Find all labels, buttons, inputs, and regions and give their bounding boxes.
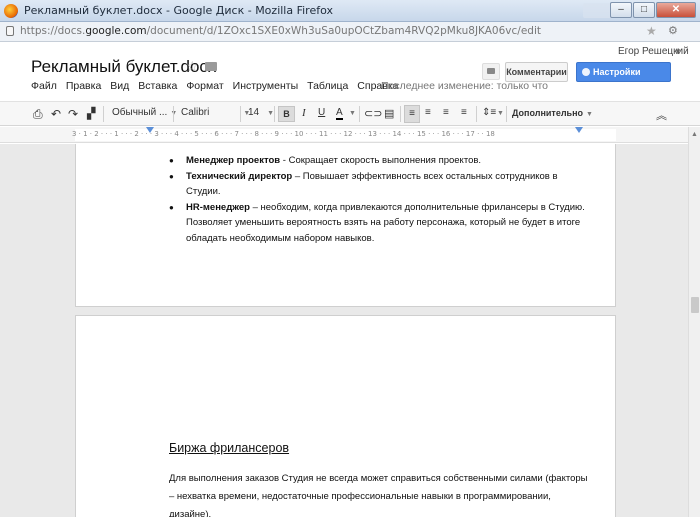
text-color-caret-icon[interactable]: ▼: [349, 110, 356, 117]
more-caret-icon: ▼: [586, 111, 593, 118]
paint-format-icon[interactable]: ▞: [87, 107, 95, 120]
menu-file[interactable]: Файл: [31, 80, 57, 96]
document-page[interactable]: Менеджер проектов - Сокращает скорость в…: [75, 144, 616, 307]
bold-button[interactable]: B: [278, 106, 295, 122]
bookmark-star-icon[interactable]: ★: [646, 24, 657, 38]
menu-table[interactable]: Таблица: [307, 80, 348, 96]
share-button-label: Настройки доступа: [593, 67, 641, 95]
toolbar-separator: [240, 106, 241, 122]
right-indent-marker-icon[interactable]: [575, 127, 583, 133]
lock-icon: [6, 26, 14, 36]
maximize-button[interactable]: □: [633, 2, 655, 18]
addon-icon[interactable]: ⚙: [668, 24, 678, 37]
style-select[interactable]: Обычный ...▼: [112, 107, 177, 118]
print-icon[interactable]: ⎙: [33, 107, 43, 122]
share-button[interactable]: Настройки доступа: [576, 62, 671, 95]
paragraph: Для выполнения заказов Студия не всегда …: [169, 473, 588, 517]
left-indent-marker-icon[interactable]: [146, 127, 154, 133]
font-size-select[interactable]: 14 ▼: [248, 107, 274, 118]
share-person-icon: [582, 68, 590, 76]
chat-icon[interactable]: [482, 63, 500, 80]
formatting-toolbar: ⎙ ↶ ↷ ▞ Обычный ...▼ Calibri▼ 14▼ B I U …: [0, 101, 700, 126]
align-right-icon[interactable]: ≡: [443, 107, 449, 118]
undo-icon[interactable]: ↶: [51, 107, 61, 121]
collapse-toolbar-icon[interactable]: ︽: [656, 107, 667, 123]
minimize-button[interactable]: –: [610, 2, 632, 18]
toolbar-separator: [506, 106, 507, 122]
more-button[interactable]: Дополнительно ▼: [512, 108, 593, 118]
bullet-list: Менеджер проектов - Сокращает скорость в…: [169, 153, 589, 246]
vertical-scrollbar[interactable]: ▲: [688, 127, 700, 517]
document-canvas[interactable]: Менеджер проектов - Сокращает скорость в…: [0, 144, 688, 517]
window-title: Рекламный буклет.docx - Google Диск - Mo…: [24, 4, 333, 17]
ruler[interactable]: 3 · 1 · 2 · · · 1 · · · 2 · · · 3 · · · …: [0, 127, 700, 143]
align-justify-icon[interactable]: ≡: [461, 107, 467, 118]
scrollbar-thumb[interactable]: [691, 297, 699, 313]
user-menu-caret-icon[interactable]: ▼: [674, 47, 682, 56]
toolbar-separator: [103, 106, 104, 122]
toolbar-separator: [173, 106, 174, 122]
scroll-up-icon[interactable]: ▲: [691, 131, 698, 138]
menu-view[interactable]: Вид: [110, 80, 129, 96]
underline-button[interactable]: U: [318, 107, 325, 118]
align-left-icon[interactable]: ≡: [404, 105, 420, 123]
list-item: HR-менеджер – необходим, когда привлекаю…: [169, 200, 589, 247]
line-spacing-icon[interactable]: ⇕≡: [482, 107, 496, 118]
document-page[interactable]: Биржа фрилансеров Для выполнения заказов…: [75, 315, 616, 517]
link-icon[interactable]: ⊂⊃: [364, 107, 382, 120]
window-titlebar: Рекламный буклет.docx - Google Диск - Mo…: [0, 0, 700, 22]
close-button[interactable]: ✕: [656, 2, 696, 18]
line-spacing-caret-icon[interactable]: ▼: [497, 110, 504, 117]
list-item: Менеджер проектов - Сокращает скорость в…: [169, 153, 589, 169]
menu-format[interactable]: Формат: [186, 80, 223, 96]
firefox-icon: [4, 3, 18, 18]
menu-tools[interactable]: Инструменты: [233, 80, 298, 96]
menu-bar: Файл Правка Вид Вставка Формат Инструмен…: [31, 80, 408, 96]
window-controls: – □ ✕: [609, 2, 696, 18]
toolbar-separator: [400, 106, 401, 122]
comments-button[interactable]: Комментарии: [505, 62, 568, 82]
ruler-labels: 3 · 1 · 2 · · · 1 · · · 2 · · · 3 · · · …: [72, 130, 495, 138]
folder-icon[interactable]: [205, 62, 217, 71]
menu-edit[interactable]: Правка: [66, 80, 101, 96]
redo-icon[interactable]: ↷: [68, 107, 78, 121]
text-color-button[interactable]: A: [336, 107, 343, 120]
toolbar-separator: [274, 106, 275, 122]
address-bar[interactable]: https://docs.google.com/document/d/1ZOxc…: [0, 22, 700, 42]
url-text[interactable]: https://docs.google.com/document/d/1ZOxc…: [20, 25, 541, 37]
toolbar-separator: [476, 106, 477, 122]
last-edit-status[interactable]: Последнее изменение: только что: [381, 80, 548, 92]
comment-icon[interactable]: ▤: [384, 107, 394, 120]
italic-button[interactable]: I: [302, 107, 306, 119]
menu-insert[interactable]: Вставка: [138, 80, 177, 96]
list-item: Технический директор – Повышает эффектив…: [169, 169, 589, 200]
toolbar-separator: [359, 106, 360, 122]
section-heading: Биржа фрилансеров: [169, 441, 290, 455]
star-icon[interactable]: ☆: [186, 58, 199, 75]
align-center-icon[interactable]: ≡: [425, 107, 431, 118]
